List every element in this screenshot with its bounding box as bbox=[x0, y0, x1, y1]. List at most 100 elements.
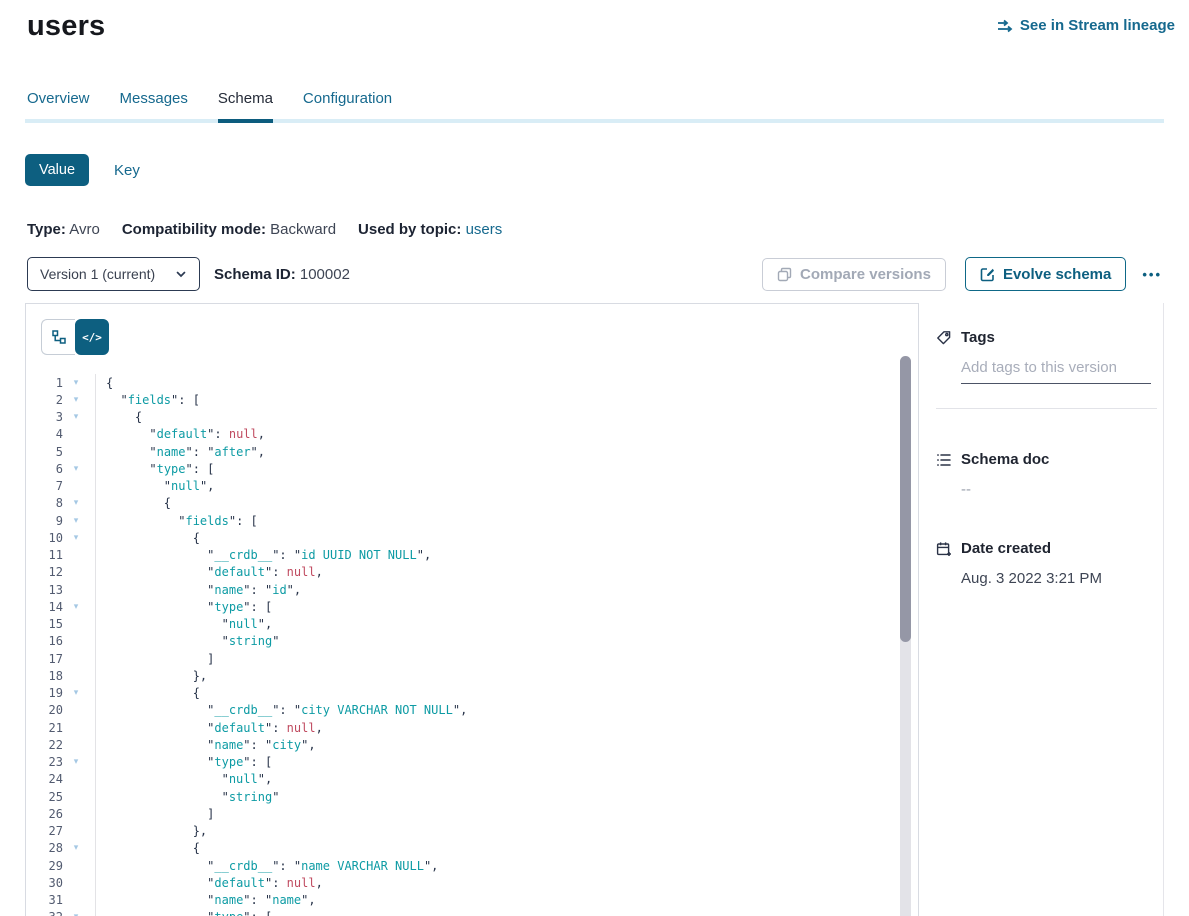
line-number: 16 bbox=[26, 634, 63, 648]
code-line: "null", bbox=[106, 478, 918, 495]
compare-versions-label: Compare versions bbox=[800, 266, 931, 283]
fold-arrow-icon[interactable]: ▾ bbox=[69, 533, 83, 543]
code-line: ] bbox=[106, 650, 918, 667]
list-icon bbox=[936, 452, 952, 468]
fold-arrow-icon[interactable]: ▾ bbox=[69, 498, 83, 508]
fold-arrow-icon[interactable]: ▾ bbox=[69, 757, 83, 767]
line-number: 19 bbox=[26, 686, 63, 700]
gutter-line: 20 bbox=[26, 702, 95, 719]
code-content: { "fields": [ { "default": null, "name":… bbox=[96, 374, 918, 916]
meta-type-label: Type: bbox=[27, 221, 66, 238]
gutter: 1▾2▾3▾456▾78▾9▾10▾11121314▾1516171819▾20… bbox=[26, 374, 96, 916]
line-number: 13 bbox=[26, 583, 63, 597]
meta-topic-link[interactable]: users bbox=[466, 221, 503, 238]
line-number: 1 bbox=[26, 376, 63, 390]
line-number: 12 bbox=[26, 565, 63, 579]
line-number: 18 bbox=[26, 669, 63, 683]
line-number: 2 bbox=[26, 393, 63, 407]
code-line: "name": "id", bbox=[106, 581, 918, 598]
code-line: }, bbox=[106, 823, 918, 840]
gutter-line: 11 bbox=[26, 547, 95, 564]
editor-scrollbar-track[interactable] bbox=[900, 356, 911, 916]
fold-arrow-icon[interactable]: ▾ bbox=[69, 464, 83, 474]
fold-arrow-icon[interactable]: ▾ bbox=[69, 395, 83, 405]
line-number: 26 bbox=[26, 807, 63, 821]
gutter-line: 5 bbox=[26, 443, 95, 460]
line-number: 30 bbox=[26, 876, 63, 890]
gutter-line: 21 bbox=[26, 719, 95, 736]
sidebar-divider bbox=[936, 408, 1157, 409]
line-number: 27 bbox=[26, 824, 63, 838]
meta-compat-value: Backward bbox=[270, 221, 336, 238]
schema-editor-panel[interactable]: </> 1▾2▾3▾456▾78▾9▾10▾11121314▾151617181… bbox=[25, 303, 919, 916]
schema-meta: Type: Avro Compatibility mode: Backward … bbox=[27, 221, 1189, 238]
tree-view-icon bbox=[51, 329, 67, 345]
tab-overview[interactable]: Overview bbox=[27, 90, 90, 123]
meta-compat-label: Compatibility mode: bbox=[122, 221, 266, 238]
tab-schema[interactable]: Schema bbox=[218, 90, 273, 123]
code-line: { bbox=[106, 409, 918, 426]
editor-scrollbar-thumb[interactable] bbox=[900, 356, 911, 642]
code-line: { bbox=[106, 840, 918, 857]
gutter-line: 32 ▾ bbox=[26, 909, 95, 916]
edit-icon bbox=[980, 267, 995, 282]
code-line: "type": [ bbox=[106, 909, 918, 916]
gutter-line: 31 bbox=[26, 892, 95, 909]
line-number: 17 bbox=[26, 652, 63, 666]
code-line: "name": "name", bbox=[106, 892, 918, 909]
page-header: users See in Stream lineage bbox=[0, 0, 1189, 43]
fold-arrow-icon[interactable]: ▾ bbox=[69, 516, 83, 526]
gutter-line: 4 bbox=[26, 426, 95, 443]
meta-type-value: Avro bbox=[69, 221, 100, 238]
page-title: users bbox=[27, 10, 105, 43]
chevron-down-icon bbox=[175, 268, 187, 280]
line-number: 29 bbox=[26, 859, 63, 873]
fold-arrow-icon[interactable]: ▾ bbox=[69, 412, 83, 422]
more-actions-button[interactable]: ••• bbox=[1140, 263, 1164, 286]
stream-lineage-label: See in Stream lineage bbox=[1020, 17, 1175, 34]
line-number: 14 bbox=[26, 600, 63, 614]
gutter-line: 17 bbox=[26, 650, 95, 667]
gutter-line: 3▾ bbox=[26, 409, 95, 426]
line-number: 15 bbox=[26, 617, 63, 631]
code-line: "null", bbox=[106, 771, 918, 788]
tab-configuration[interactable]: Configuration bbox=[303, 90, 392, 123]
date-created-section: Date created Aug. 3 2022 3:21 PM bbox=[936, 540, 1163, 587]
code-line: "name": "city", bbox=[106, 736, 918, 753]
code-view-button[interactable]: </> bbox=[75, 319, 109, 355]
value-toggle-button[interactable]: Value bbox=[25, 154, 89, 186]
line-number: 8 bbox=[26, 496, 63, 510]
evolve-schema-button[interactable]: Evolve schema bbox=[965, 257, 1126, 291]
gutter-line: 30 bbox=[26, 874, 95, 891]
code-line: "__crdb__": "name VARCHAR NULL", bbox=[106, 857, 918, 874]
version-select[interactable]: Version 1 (current) bbox=[27, 257, 200, 291]
code-line: "fields": [ bbox=[106, 512, 918, 529]
line-number: 5 bbox=[26, 445, 63, 459]
gutter-line: 10▾ bbox=[26, 529, 95, 546]
code-line: "type": [ bbox=[106, 598, 918, 615]
compare-versions-button[interactable]: Compare versions bbox=[762, 258, 946, 291]
fold-arrow-icon[interactable]: ▾ bbox=[69, 602, 83, 612]
tree-view-button[interactable] bbox=[41, 319, 75, 355]
code-line: "string" bbox=[106, 788, 918, 805]
fold-arrow-icon[interactable]: ▾ bbox=[69, 843, 83, 853]
gutter-line: 13 bbox=[26, 581, 95, 598]
fold-arrow-icon[interactable]: ▾ bbox=[69, 912, 83, 916]
schema-id-label: Schema ID: bbox=[214, 266, 296, 283]
gutter-line: 27 bbox=[26, 823, 95, 840]
tab-bar: Overview Messages Schema Configuration bbox=[25, 90, 1164, 123]
line-number: 32 bbox=[26, 910, 63, 916]
fold-arrow-icon[interactable]: ▾ bbox=[69, 688, 83, 698]
code-line: "default": null, bbox=[106, 719, 918, 736]
tags-input[interactable] bbox=[961, 359, 1151, 384]
stream-lineage-link[interactable]: See in Stream lineage bbox=[997, 17, 1175, 34]
fold-arrow-icon[interactable]: ▾ bbox=[69, 378, 83, 388]
code-line: { bbox=[106, 685, 918, 702]
line-number: 3 bbox=[26, 410, 63, 424]
tab-messages[interactable]: Messages bbox=[120, 90, 188, 123]
code-line: "name": "after", bbox=[106, 443, 918, 460]
gutter-line: 24 bbox=[26, 771, 95, 788]
line-number: 11 bbox=[26, 548, 63, 562]
key-toggle-button[interactable]: Key bbox=[114, 162, 140, 179]
code-editor[interactable]: 1▾2▾3▾456▾78▾9▾10▾11121314▾1516171819▾20… bbox=[26, 374, 918, 916]
